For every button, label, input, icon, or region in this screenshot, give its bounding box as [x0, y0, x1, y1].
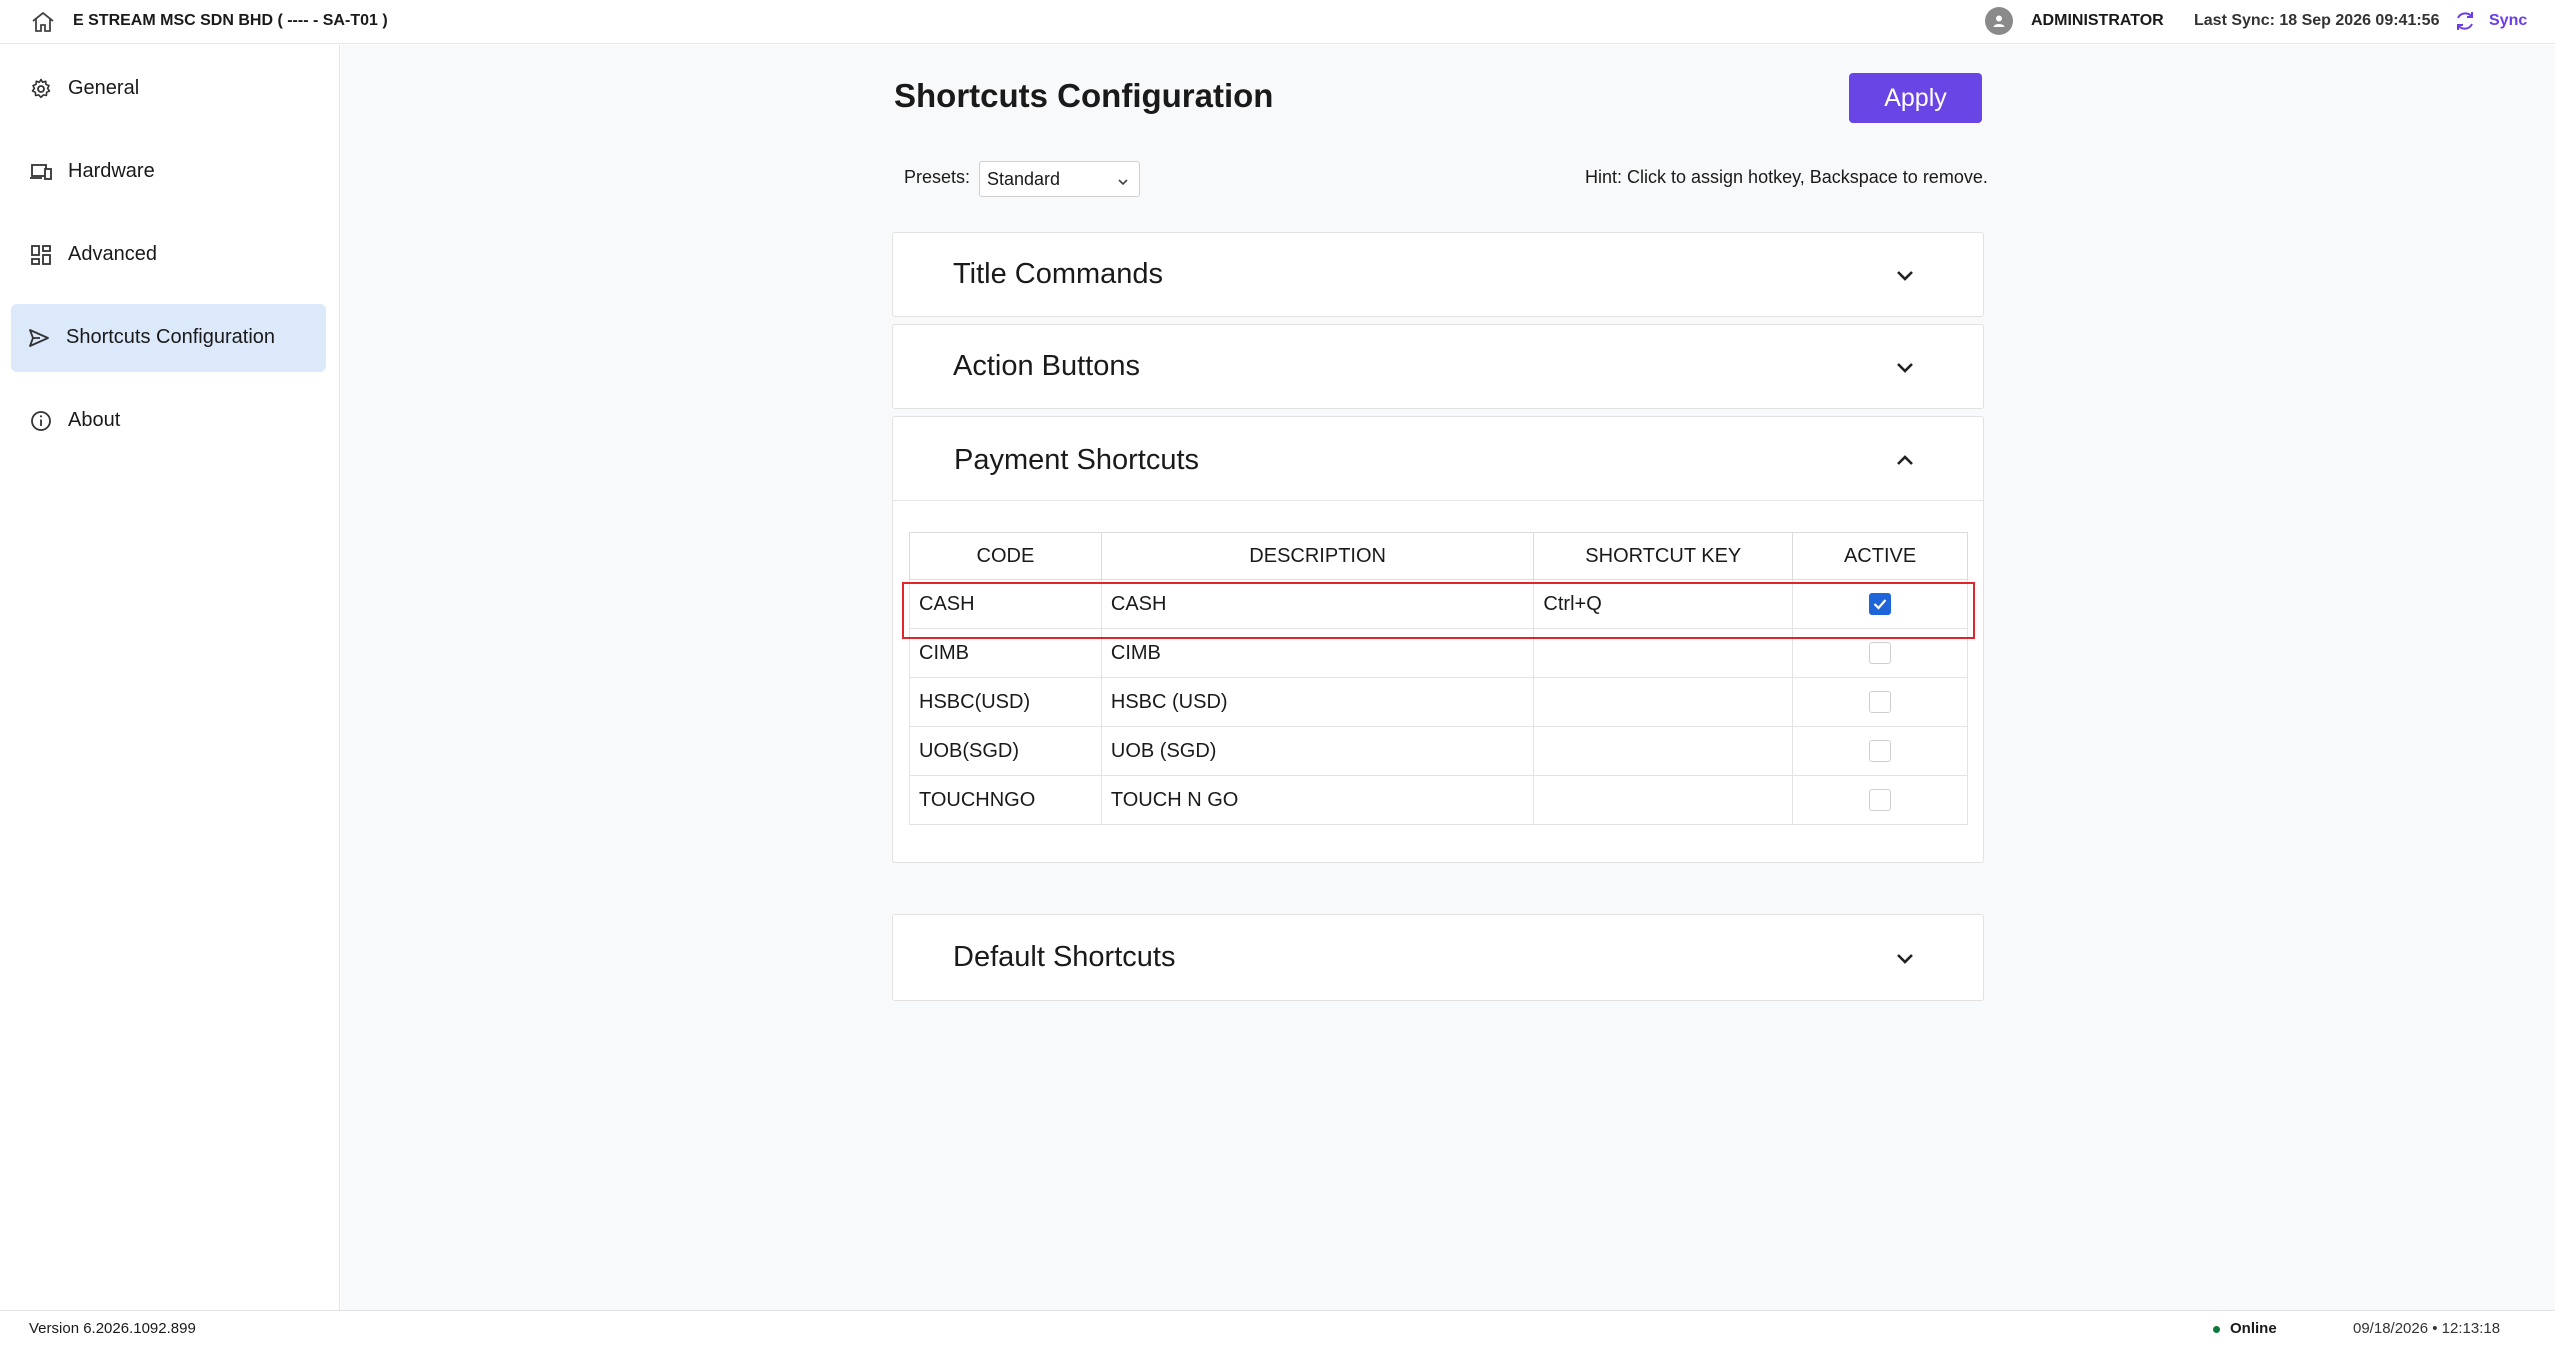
sidebar: General Hardware Advanced Shortcuts Conf…: [0, 45, 340, 1310]
active-cell: [1792, 677, 1968, 727]
panel-action-buttons: Action Buttons: [892, 324, 1984, 409]
description-cell: UOB (SGD): [1100, 726, 1535, 776]
sidebar-item-general[interactable]: General: [11, 55, 326, 123]
description-cell: CIMB: [1100, 628, 1535, 678]
code-cell: CIMB: [909, 628, 1102, 678]
table-row[interactable]: HSBC(USD) HSBC (USD): [909, 677, 1968, 727]
sidebar-item-label: General: [68, 77, 140, 99]
panel-title: Action Buttons: [953, 350, 1140, 382]
panel-title: Payment Shortcuts: [954, 444, 1199, 476]
gear-icon: [29, 77, 53, 101]
page-title: Shortcuts Configuration: [894, 77, 1274, 114]
column-header-shortcut-key: SHORTCUT KEY: [1533, 532, 1794, 580]
table-row[interactable]: UOB(SGD) UOB (SGD): [909, 726, 1968, 776]
chevron-down-icon: [1116, 173, 1130, 187]
chevron-up-icon: [1893, 449, 1917, 473]
table-row[interactable]: CASH CASH Ctrl+Q: [909, 579, 1968, 629]
sidebar-item-advanced[interactable]: Advanced: [11, 221, 326, 289]
sidebar-item-hardware[interactable]: Hardware: [11, 138, 326, 206]
panel-header-action-buttons[interactable]: Action Buttons: [893, 325, 1983, 409]
status-dot-icon: [2213, 1326, 2220, 1333]
panel-title-commands: Title Commands: [892, 232, 1984, 317]
chevron-down-icon: [1893, 355, 1917, 379]
top-bar: E STREAM MSC SDN BHD ( ---- - SA-T01 ) A…: [0, 0, 2555, 44]
active-cell: [1792, 775, 1968, 825]
main-content: Shortcuts Configuration Apply Presets: S…: [341, 45, 2555, 1310]
column-header-code: CODE: [909, 532, 1102, 580]
panel-title: Title Commands: [953, 258, 1164, 290]
active-checkbox[interactable]: [1869, 691, 1892, 714]
version-text: Version 6.2026.1092.899: [29, 1320, 196, 1337]
panel-payment-shortcuts: Payment Shortcuts CODE DESCRIPTION SHORT…: [892, 416, 1984, 863]
panel-header-default-shortcuts[interactable]: Default Shortcuts: [893, 915, 1983, 999]
dashboard-icon: [29, 243, 53, 267]
chevron-down-icon: [1893, 946, 1917, 970]
panel-header-payment-shortcuts[interactable]: Payment Shortcuts: [893, 417, 1983, 501]
active-checkbox[interactable]: [1869, 789, 1892, 812]
send-icon: [27, 326, 51, 350]
panel-default-shortcuts: Default Shortcuts: [892, 914, 1984, 1001]
active-cell: [1792, 579, 1968, 629]
apply-button[interactable]: Apply: [1849, 73, 1982, 123]
sidebar-item-about[interactable]: About: [11, 387, 326, 455]
table-row[interactable]: CIMB CIMB: [909, 628, 1968, 678]
connection-status: Online: [2230, 1320, 2277, 1337]
current-datetime: 09/18/2026 • 12:13:18: [2353, 1320, 2501, 1337]
sidebar-item-label: About: [68, 409, 121, 431]
panel-title: Default Shortcuts: [953, 941, 1176, 973]
table-row[interactable]: TOUCHNGO TOUCH N GO: [909, 775, 1968, 825]
column-header-description: DESCRIPTION: [1100, 532, 1535, 580]
description-cell: TOUCH N GO: [1100, 775, 1535, 825]
active-checkbox[interactable]: [1869, 642, 1892, 665]
sidebar-item-label: Advanced: [68, 243, 157, 265]
user-name[interactable]: ADMINISTRATOR: [2031, 12, 2164, 30]
avatar[interactable]: [1985, 7, 2013, 35]
code-cell: TOUCHNGO: [909, 775, 1102, 825]
shortcut-key-cell[interactable]: [1533, 775, 1794, 825]
panel-header-title-commands[interactable]: Title Commands: [893, 233, 1983, 317]
active-checkbox[interactable]: [1869, 593, 1892, 616]
presets-label: Presets:: [904, 167, 971, 187]
table-header-row: CODE DESCRIPTION SHORTCUT KEY ACTIVE: [909, 532, 1968, 580]
active-checkbox[interactable]: [1869, 740, 1892, 763]
active-cell: [1792, 726, 1968, 776]
sync-icon[interactable]: [2453, 9, 2477, 33]
home-icon[interactable]: [30, 10, 56, 34]
status-bar: [0, 1310, 2555, 1347]
shortcut-key-cell[interactable]: [1533, 628, 1794, 678]
sidebar-item-shortcuts-configuration[interactable]: Shortcuts Configuration: [11, 304, 326, 372]
sync-button[interactable]: Sync: [2489, 12, 2527, 30]
code-cell: UOB(SGD): [909, 726, 1102, 776]
chevron-down-icon: [1893, 263, 1917, 287]
last-sync-text: Last Sync: 18 Sep 2026 09:41:56: [2194, 12, 2440, 29]
info-icon: [29, 409, 53, 433]
payment-shortcuts-table: CODE DESCRIPTION SHORTCUT KEY ACTIVE CAS…: [909, 532, 1968, 825]
devices-icon: [29, 160, 53, 184]
company-name: E STREAM MSC SDN BHD ( ---- - SA-T01 ): [73, 12, 388, 29]
presets-selected-value: Standard: [987, 168, 1061, 189]
hint-text: Hint: Click to assign hotkey, Backspace …: [1585, 167, 1988, 187]
description-cell: CASH: [1100, 579, 1535, 629]
description-cell: HSBC (USD): [1100, 677, 1535, 727]
code-cell: HSBC(USD): [909, 677, 1102, 727]
presets-select[interactable]: Standard: [979, 161, 1140, 197]
sidebar-item-label: Shortcuts Configuration: [66, 326, 276, 348]
shortcut-key-cell[interactable]: Ctrl+Q: [1533, 579, 1794, 629]
shortcut-key-cell[interactable]: [1533, 726, 1794, 776]
column-header-active: ACTIVE: [1792, 532, 1968, 580]
code-cell: CASH: [909, 579, 1102, 629]
shortcut-key-cell[interactable]: [1533, 677, 1794, 727]
sidebar-item-label: Hardware: [68, 160, 155, 182]
active-cell: [1792, 628, 1968, 678]
